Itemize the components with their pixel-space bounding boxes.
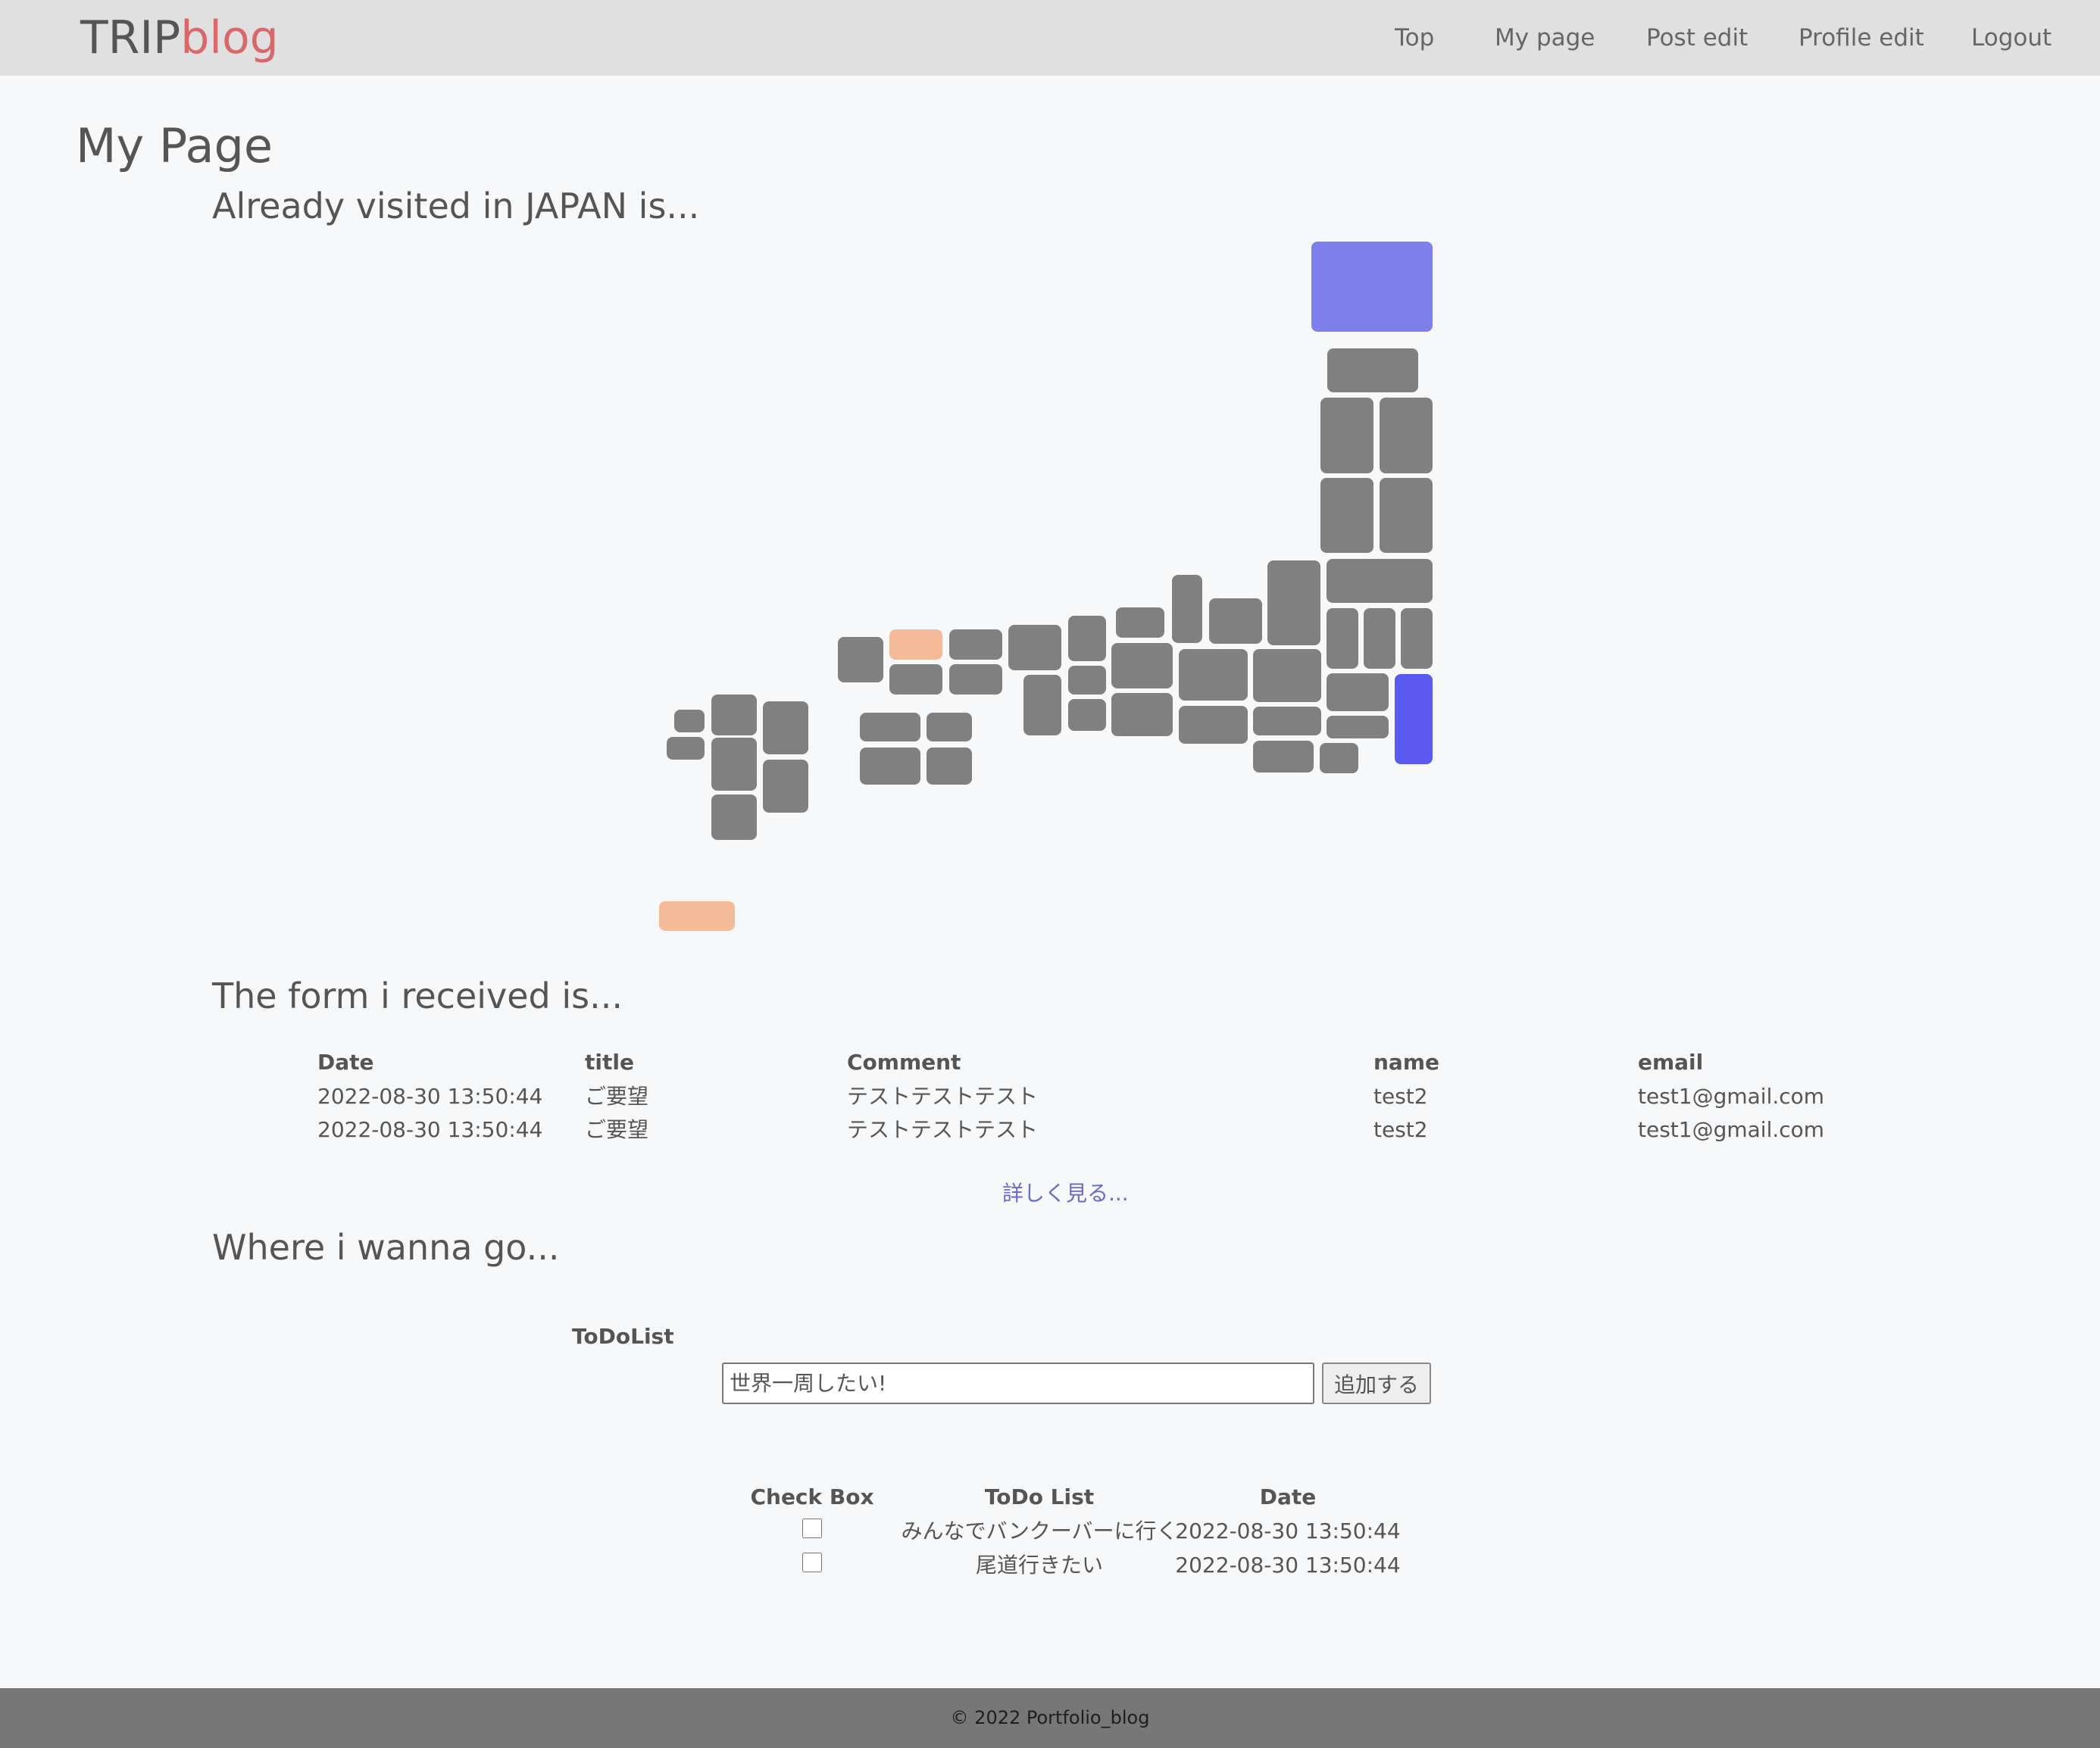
prefecture-saitama[interactable] — [1327, 673, 1389, 711]
nav-link-my-page[interactable]: My page — [1495, 21, 1595, 55]
form-row-2-date: 2022-08-30 13:50:44 — [317, 1117, 543, 1142]
prefecture-hyogo[interactable] — [1008, 625, 1061, 670]
prefecture-aichi[interactable] — [1179, 706, 1248, 744]
prefecture-chiba[interactable] — [1395, 674, 1433, 764]
todo-row-1-text: みんなでバンクーバーに行く — [901, 1519, 1178, 1544]
prefecture-shizuoka[interactable] — [1253, 741, 1314, 773]
prefecture-aomori[interactable] — [1327, 348, 1418, 392]
prefecture-gifu[interactable] — [1179, 649, 1248, 701]
todo-row-2-text: 尾道行きたい — [975, 1553, 1104, 1578]
see-more-link[interactable]: 詳しく見る... — [1002, 1178, 1129, 1209]
todo-header-todo-list: ToDo List — [984, 1484, 1095, 1509]
prefecture-osaka[interactable] — [1068, 666, 1106, 695]
prefecture-okayama[interactable] — [949, 664, 1002, 695]
prefecture-yamagata[interactable] — [1320, 478, 1373, 553]
nav-link-profile-edit[interactable]: Profile edit — [1798, 21, 1924, 55]
prefecture-niigata[interactable] — [1267, 560, 1320, 645]
prefecture-tochigi[interactable] — [1364, 608, 1395, 669]
prefecture-wakayama[interactable] — [1023, 675, 1061, 735]
form-row-1-email: test1@gmail.com — [1638, 1084, 1825, 1109]
todo-row-2-checkbox[interactable] — [802, 1553, 822, 1572]
todo-header-check-box: Check Box — [750, 1484, 874, 1509]
todo-list-label: ToDoList — [572, 1324, 674, 1349]
prefecture-mie[interactable] — [1111, 693, 1173, 736]
prefecture-okinawa[interactable] — [659, 901, 735, 931]
prefecture-kagawa[interactable] — [860, 713, 920, 741]
visited-section-title: Already visited in JAPAN is... — [212, 186, 700, 226]
todo-row-1-checkbox[interactable] — [802, 1519, 822, 1538]
col-header-comment: Comment — [847, 1050, 961, 1075]
prefecture-shiga[interactable] — [1111, 643, 1173, 688]
prefecture-miyagi[interactable] — [1380, 478, 1433, 553]
prefecture-fukushima[interactable] — [1327, 559, 1433, 603]
footer: © 2022 Portfolio_blog — [0, 1688, 2100, 1748]
prefecture-ibaraki[interactable] — [1401, 608, 1433, 669]
prefecture-oita[interactable] — [763, 701, 808, 754]
prefecture-fukui[interactable] — [1116, 607, 1164, 638]
prefecture-kochi[interactable] — [927, 748, 972, 785]
col-header-date: Date — [317, 1050, 374, 1075]
prefecture-kanagawa[interactable] — [1320, 743, 1358, 773]
form-row-1-title: ご要望 — [585, 1084, 649, 1109]
form-row-2-name: test2 — [1373, 1117, 1428, 1142]
nav-link-post-edit[interactable]: Post edit — [1646, 21, 1748, 55]
prefecture-akita[interactable] — [1320, 398, 1373, 473]
brand-blog: blog — [180, 11, 279, 64]
prefecture-nagasaki[interactable] — [667, 737, 705, 760]
prefecture-tokyo[interactable] — [1327, 716, 1389, 738]
brand-trip: TRIP — [80, 11, 181, 64]
prefecture-yamanashi[interactable] — [1253, 707, 1321, 735]
prefecture-iwate[interactable] — [1380, 398, 1433, 473]
prefecture-gunma[interactable] — [1327, 608, 1358, 669]
form-row-2-comment: テストテストテスト — [847, 1117, 1039, 1142]
prefecture-yamaguchi[interactable] — [838, 637, 883, 682]
form-row-1-date: 2022-08-30 13:50:44 — [317, 1084, 543, 1109]
col-header-email: email — [1638, 1050, 1704, 1075]
todo-row-1-date: 2022-08-30 13:50:44 — [1175, 1519, 1401, 1544]
wanna-section-title: Where i wanna go... — [212, 1227, 560, 1268]
prefecture-kyoto[interactable] — [1068, 616, 1106, 661]
nav-link-top[interactable]: Top — [1395, 21, 1434, 55]
add-todo-button[interactable]: 追加する — [1322, 1363, 1431, 1404]
page-title: My Page — [76, 118, 273, 173]
col-header-title: title — [585, 1050, 634, 1075]
form-section-title: The form i received is... — [212, 975, 623, 1016]
nav-link-logout[interactable]: Logout — [1971, 21, 2052, 55]
footer-copyright: © 2022 Portfolio_blog — [950, 1707, 1150, 1728]
prefecture-tottori[interactable] — [949, 629, 1002, 660]
prefecture-kagoshima[interactable] — [711, 794, 757, 840]
prefecture-hokkaido[interactable] — [1311, 242, 1433, 332]
navbar: TRIPblog Top My page Post edit Profile e… — [0, 0, 2100, 76]
col-header-name: name — [1373, 1050, 1439, 1075]
form-row-2-title: ご要望 — [585, 1117, 649, 1142]
prefecture-saga[interactable] — [674, 710, 705, 732]
japan-map — [0, 0, 2100, 939]
prefecture-nagano[interactable] — [1253, 649, 1321, 702]
prefecture-miyazaki[interactable] — [763, 760, 808, 813]
prefecture-nara[interactable] — [1068, 699, 1106, 731]
prefecture-hiroshima[interactable] — [889, 664, 942, 695]
prefecture-ishikawa[interactable] — [1172, 575, 1202, 643]
prefecture-shimane[interactable] — [889, 629, 942, 660]
brand-logo[interactable]: TRIPblog — [80, 8, 279, 68]
todo-header-date: Date — [1259, 1484, 1317, 1509]
form-row-1-name: test2 — [1373, 1084, 1428, 1109]
prefecture-tokushima[interactable] — [927, 713, 972, 741]
prefecture-toyama[interactable] — [1209, 598, 1262, 644]
prefecture-kumamoto[interactable] — [711, 738, 757, 791]
prefecture-fukuoka[interactable] — [711, 695, 757, 735]
todo-row-2-date: 2022-08-30 13:50:44 — [1175, 1553, 1401, 1578]
prefecture-ehime[interactable] — [860, 748, 920, 785]
todo-input[interactable] — [722, 1363, 1314, 1404]
form-row-2-email: test1@gmail.com — [1638, 1117, 1825, 1142]
form-row-1-comment: テストテストテスト — [847, 1084, 1039, 1109]
